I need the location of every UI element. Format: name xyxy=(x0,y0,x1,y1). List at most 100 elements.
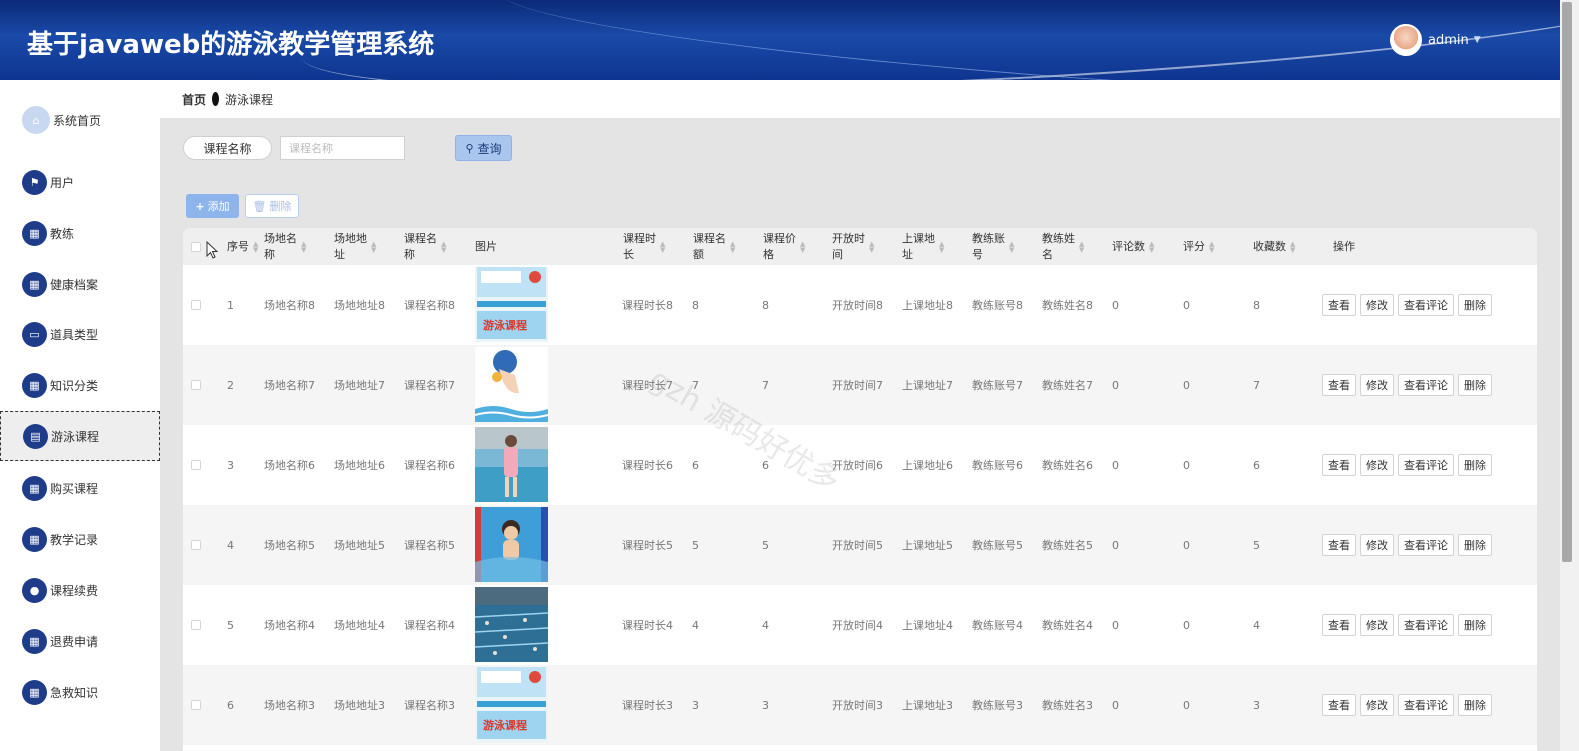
sidebar-item-label: 教学记录 xyxy=(50,532,99,547)
column-header-favorites[interactable]: 收藏数 ▲ ▼ xyxy=(1253,228,1295,265)
sort-icon[interactable]: ▲ ▼ xyxy=(1209,240,1214,253)
column-header-label: 课程名 称 xyxy=(404,231,437,261)
scrollbar-thumb[interactable] xyxy=(1562,2,1572,562)
delete-button[interactable]: 删除 xyxy=(1458,614,1492,636)
query-button[interactable]: ⚲ 查询 xyxy=(455,135,512,161)
user-menu[interactable]: admin ▼ xyxy=(1390,24,1481,56)
column-header-open-time[interactable]: 开放时 间 ▲ ▼ xyxy=(832,228,874,265)
view-comments-button[interactable]: 查看评论 xyxy=(1398,374,1454,396)
sort-icon[interactable]: ▲ ▼ xyxy=(1079,240,1084,253)
sidebar-item[interactable]: ▦ 购买课程 xyxy=(0,463,160,513)
view-button[interactable]: 查看 xyxy=(1322,614,1356,636)
chevron-down-icon[interactable]: ▼ xyxy=(1474,35,1481,45)
view-comments-button[interactable]: 查看评论 xyxy=(1398,454,1454,476)
column-header-course-name[interactable]: 课程名 称 ▲ ▼ xyxy=(404,228,446,265)
edit-button[interactable]: 修改 xyxy=(1360,374,1394,396)
batch-delete-button[interactable]: 🗑 删除 xyxy=(245,194,299,218)
breadcrumb-separator xyxy=(212,92,220,106)
table-header: 序号 ▲ ▼ 场地名 称 ▲ ▼ 场地地 址 ▲ ▼ 课程名 称 ▲ ▼ 图片 课程时 长 ▲ ▼ 课程名 额 ▲… xyxy=(183,228,1537,265)
row-checkbox[interactable] xyxy=(191,380,201,390)
edit-button[interactable]: 修改 xyxy=(1360,534,1394,556)
row-checkbox-cell xyxy=(191,585,201,665)
search-input[interactable] xyxy=(280,136,405,160)
sidebar-item[interactable]: ▤ 游泳课程 xyxy=(0,411,160,461)
sidebar-item[interactable]: ▭ 道具类型 xyxy=(0,309,160,359)
view-button[interactable]: 查看 xyxy=(1322,694,1356,716)
edit-button[interactable]: 修改 xyxy=(1360,694,1394,716)
sort-icon[interactable]: ▲ ▼ xyxy=(660,240,665,253)
column-header-comments[interactable]: 评论数 ▲ ▼ xyxy=(1112,228,1154,265)
view-comments-button[interactable]: 查看评论 xyxy=(1398,694,1454,716)
column-header-quota[interactable]: 课程名 额 ▲ ▼ xyxy=(693,228,735,265)
username[interactable]: admin xyxy=(1428,33,1469,48)
view-button[interactable]: 查看 xyxy=(1322,374,1356,396)
sort-icon[interactable]: ▲ ▼ xyxy=(800,240,805,253)
delete-button[interactable]: 删除 xyxy=(1458,454,1492,476)
sidebar-item[interactable]: ▦ 教学记录 xyxy=(0,514,160,564)
column-header-class-address[interactable]: 上课地 址 ▲ ▼ xyxy=(902,228,944,265)
sidebar-item[interactable]: ⚑ 用户 xyxy=(0,157,160,207)
view-comments-button[interactable]: 查看评论 xyxy=(1398,294,1454,316)
cell-venue-address: 场地地址3 xyxy=(334,699,385,712)
add-button[interactable]: + 添加 xyxy=(186,194,239,218)
sidebar-item[interactable]: ⌂ 系统首页 xyxy=(0,95,160,145)
sort-icon[interactable]: ▲ ▼ xyxy=(371,240,376,253)
row-checkbox[interactable] xyxy=(191,300,201,310)
sort-icon[interactable]: ▲ ▼ xyxy=(1290,240,1295,253)
view-button[interactable]: 查看 xyxy=(1322,534,1356,556)
course-image[interactable] xyxy=(475,347,548,422)
view-button[interactable]: 查看 xyxy=(1322,454,1356,476)
avatar[interactable] xyxy=(1390,24,1422,56)
row-checkbox[interactable] xyxy=(191,540,201,550)
sidebar-item[interactable]: ▦ 教练 xyxy=(0,208,160,258)
course-image[interactable] xyxy=(475,587,548,662)
column-header-actions: 操作 xyxy=(1333,228,1355,265)
sort-icon[interactable]: ▲ ▼ xyxy=(441,240,446,253)
cell-comments: 0 xyxy=(1112,618,1119,632)
course-image[interactable] xyxy=(475,427,548,502)
view-comments-button[interactable]: 查看评论 xyxy=(1398,614,1454,636)
column-header-price[interactable]: 课程价 格 ▲ ▼ xyxy=(763,228,805,265)
course-image[interactable]: 游泳课程 xyxy=(475,267,548,342)
sort-icon[interactable]: ▲ ▼ xyxy=(1149,240,1154,253)
column-header-index[interactable]: 序号 ▲ ▼ xyxy=(227,228,258,265)
sidebar-item[interactable]: ▦ 急救知识 xyxy=(0,667,160,717)
column-header-venue-address[interactable]: 场地地 址 ▲ ▼ xyxy=(334,228,376,265)
sidebar-item[interactable]: ● 课程续费 xyxy=(0,565,160,615)
column-header-venue-name[interactable]: 场地名 称 ▲ ▼ xyxy=(264,228,306,265)
row-checkbox[interactable] xyxy=(191,460,201,470)
sort-icon[interactable]: ▲ ▼ xyxy=(939,240,944,253)
sort-icon[interactable]: ▲ ▼ xyxy=(253,240,258,253)
sort-icon[interactable]: ▲ ▼ xyxy=(730,240,735,253)
column-header-duration[interactable]: 课程时 长 ▲ ▼ xyxy=(623,228,665,265)
course-image[interactable] xyxy=(475,507,548,582)
sidebar-item[interactable]: ▦ 知识分类 xyxy=(0,360,160,410)
breadcrumb-home[interactable]: 首页 xyxy=(182,91,206,108)
view-comments-button[interactable]: 查看评论 xyxy=(1398,534,1454,556)
delete-button[interactable]: 删除 xyxy=(1458,294,1492,316)
checkbox[interactable] xyxy=(191,241,201,252)
delete-button[interactable]: 删除 xyxy=(1458,534,1492,556)
sort-icon[interactable]: ▲ ▼ xyxy=(301,240,306,253)
edit-button[interactable]: 修改 xyxy=(1360,454,1394,476)
column-header-coach-account[interactable]: 教练账 号 ▲ ▼ xyxy=(972,228,1014,265)
delete-button[interactable]: 删除 xyxy=(1458,694,1492,716)
delete-button[interactable]: 删除 xyxy=(1458,374,1492,396)
cell-rating: 0 xyxy=(1183,538,1190,552)
sort-icon[interactable]: ▲ ▼ xyxy=(1009,240,1014,253)
edit-button[interactable]: 修改 xyxy=(1360,614,1394,636)
select-all-checkbox[interactable] xyxy=(191,228,201,265)
column-header-rating[interactable]: 评分 ▲ ▼ xyxy=(1183,228,1214,265)
sidebar-item[interactable]: ▦ 退费申请 xyxy=(0,616,160,666)
edit-button[interactable]: 修改 xyxy=(1360,294,1394,316)
row-checkbox[interactable] xyxy=(191,700,201,710)
sort-icon[interactable]: ▲ ▼ xyxy=(869,240,874,253)
course-image[interactable]: 游泳课程 xyxy=(475,667,548,742)
page-scrollbar[interactable] xyxy=(1560,0,1579,751)
cell-open-time: 开放时间7 xyxy=(832,379,883,392)
column-header-label: 课程名 额 xyxy=(693,231,726,261)
column-header-coach-name[interactable]: 教练姓 名 ▲ ▼ xyxy=(1042,228,1084,265)
view-button[interactable]: 查看 xyxy=(1322,294,1356,316)
sidebar-item[interactable]: ▦ 健康档案 xyxy=(0,259,160,309)
row-checkbox[interactable] xyxy=(191,620,201,630)
